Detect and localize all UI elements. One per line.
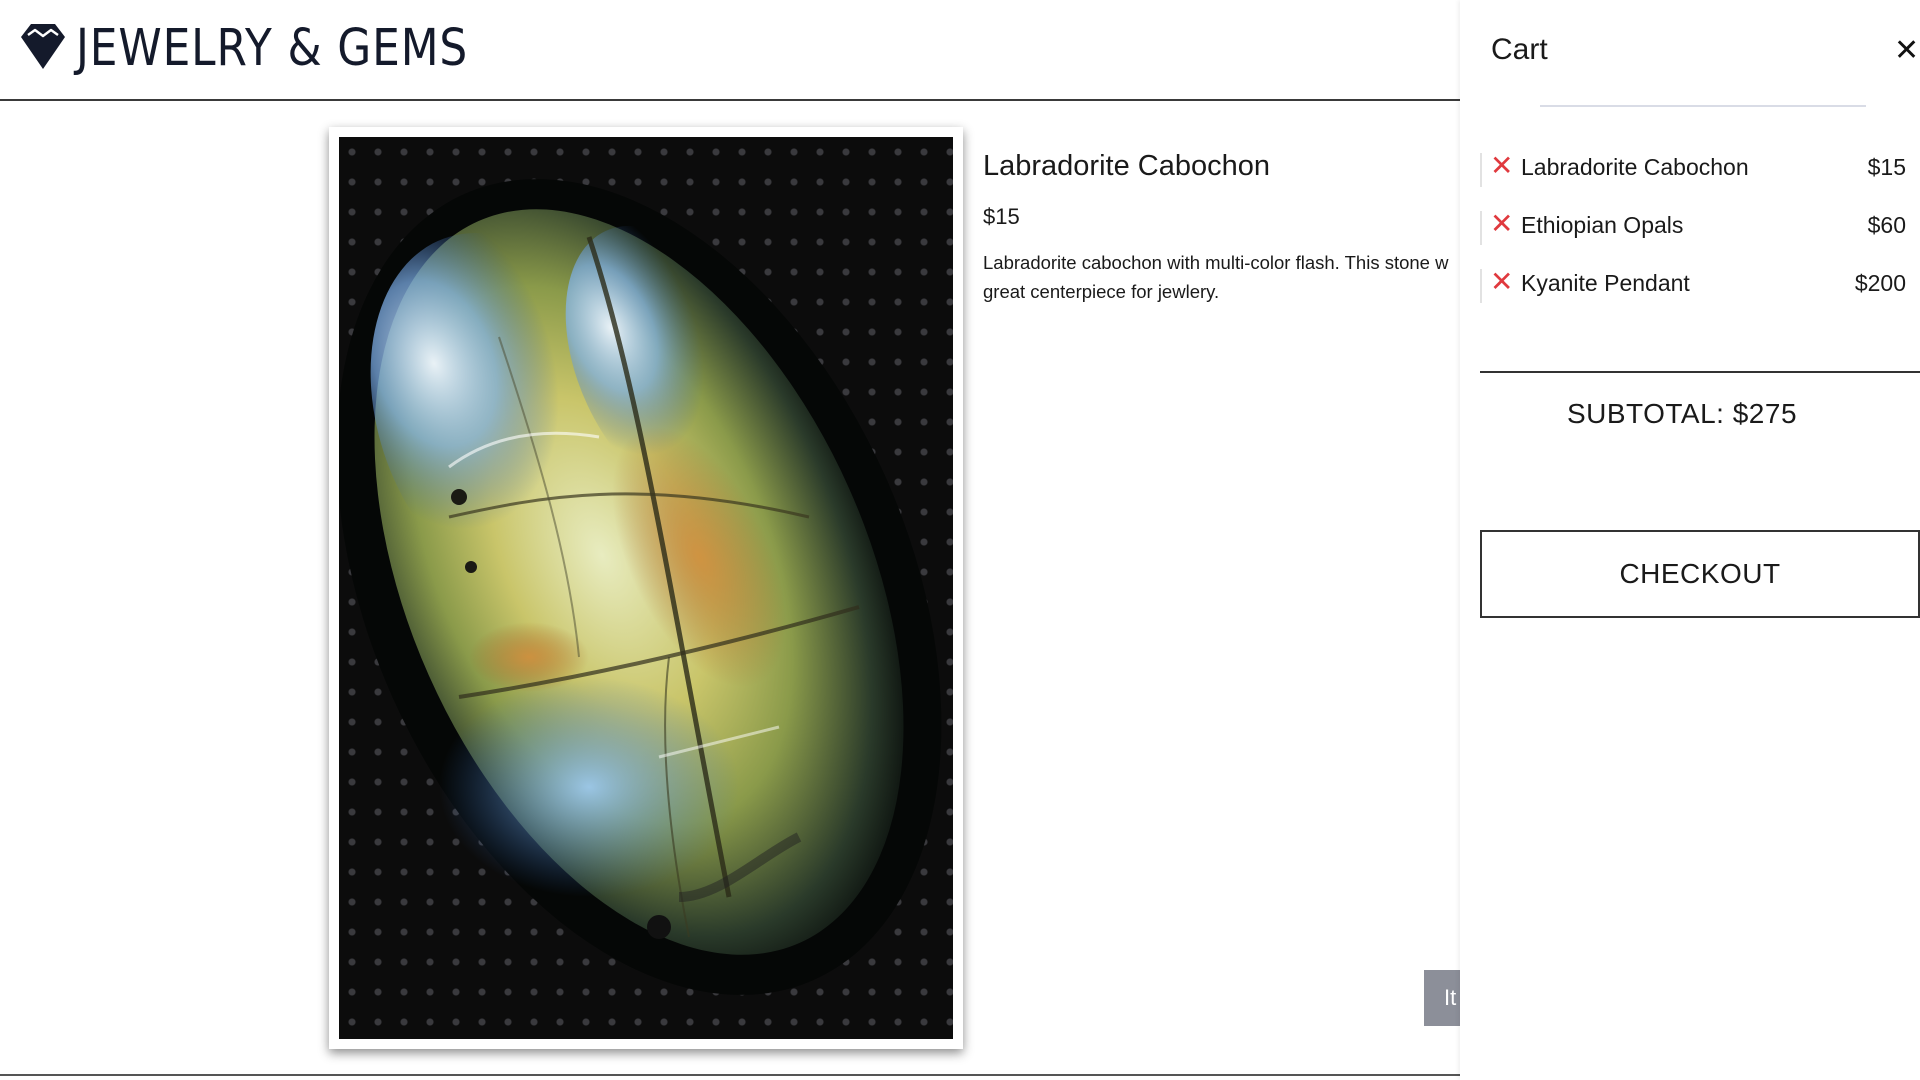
diamond-icon[interactable]	[19, 22, 67, 72]
close-icon[interactable]: ✕	[1894, 36, 1920, 66]
cart-item-accent	[1480, 211, 1482, 245]
cart-item: ✕ Kyanite Pendant $200	[1480, 264, 1920, 322]
cart-title: Cart	[1491, 33, 1548, 66]
cart-item-price: $200	[1854, 270, 1906, 296]
cart-title-divider	[1540, 105, 1866, 107]
product-price: $15	[983, 204, 1020, 229]
product-image	[339, 137, 953, 1039]
cart-item: ✕ Labradorite Cabochon $15	[1480, 148, 1920, 206]
cart-item-name: Kyanite Pendant	[1521, 270, 1690, 296]
remove-x-icon[interactable]: ✕	[1490, 150, 1514, 182]
checkout-button[interactable]: CHECKOUT	[1480, 530, 1920, 618]
cart-item-list: ✕ Labradorite Cabochon $15 ✕ Ethiopian O…	[1480, 148, 1920, 322]
remove-x-icon[interactable]: ✕	[1490, 208, 1514, 240]
bottom-divider	[0, 1074, 1460, 1076]
product-title: Labradorite Cabochon	[983, 150, 1270, 182]
cart-item: ✕ Ethiopian Opals $60	[1480, 206, 1920, 264]
product-image-frame	[329, 127, 963, 1049]
cart-item-price: $60	[1867, 212, 1906, 238]
cart-subtotal: SUBTOTAL: $275	[1566, 398, 1798, 429]
cart-drawer: Cart ✕ ✕ Labradorite Cabochon $15 ✕ Ethi…	[1460, 0, 1920, 1080]
remove-x-icon[interactable]: ✕	[1490, 266, 1514, 298]
cart-item-name: Ethiopian Opals	[1521, 212, 1684, 238]
cart-item-accent	[1480, 153, 1482, 187]
site-title[interactable]: JEWELRY & GEMS	[76, 18, 468, 80]
product-description: Labradorite cabochon with multi-color fl…	[983, 252, 1449, 302]
site-header: JEWELRY & GEMS	[0, 0, 1460, 101]
cart-item-accent	[1480, 269, 1482, 303]
cart-item-price: $15	[1867, 154, 1906, 180]
cart-divider	[1480, 371, 1920, 373]
cart-item-name: Labradorite Cabochon	[1521, 154, 1749, 180]
